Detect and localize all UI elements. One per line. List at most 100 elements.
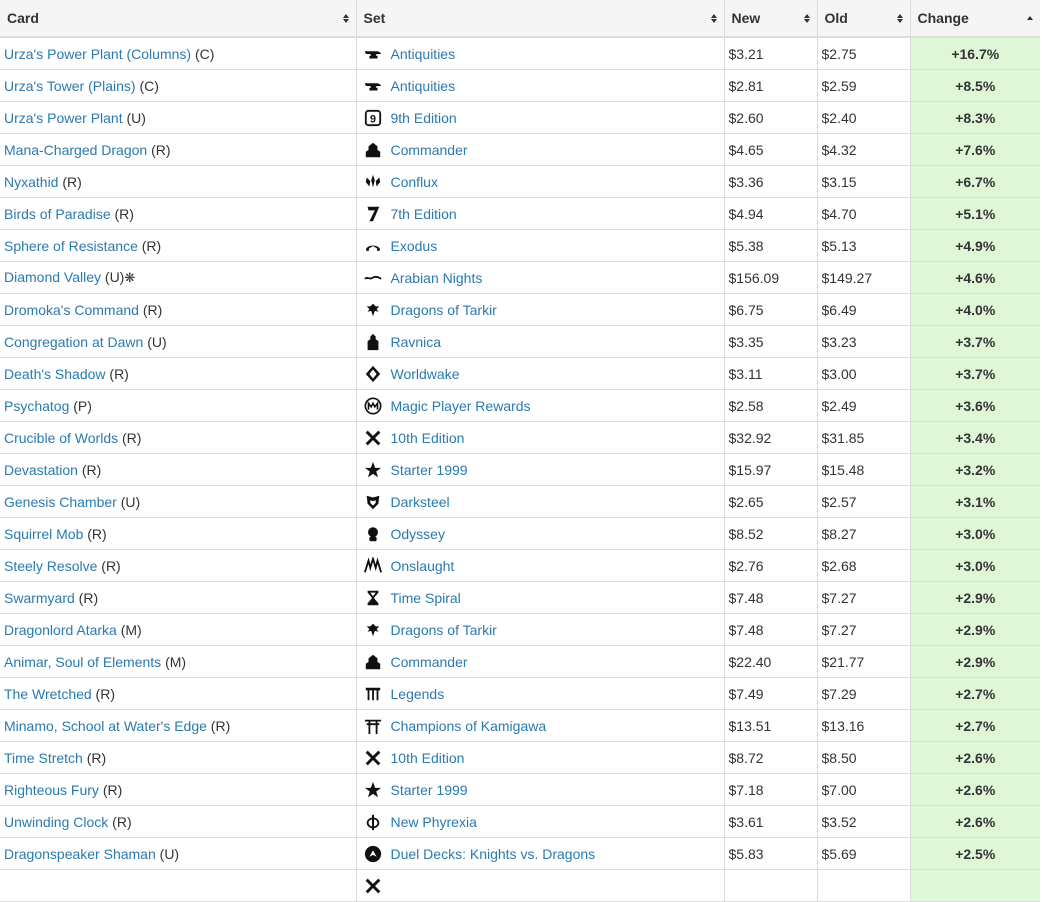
column-header-change[interactable]: Change	[910, 0, 1040, 38]
set-link[interactable]: Starter 1999	[391, 462, 468, 478]
set-link[interactable]: Exodus	[391, 238, 438, 254]
card-link[interactable]: Swarmyard	[4, 590, 75, 606]
set-link[interactable]: Commander	[391, 142, 468, 158]
table-row: Dragonspeaker Shaman (U) Duel Decks: Kni…	[0, 837, 1040, 870]
card-link[interactable]: Squirrel Mob	[4, 526, 83, 542]
set-link[interactable]: Darksteel	[391, 494, 450, 510]
card-link[interactable]: Devastation	[4, 462, 78, 478]
set-link[interactable]: Dragons of Tarkir	[391, 302, 497, 318]
column-header-card[interactable]: Card	[0, 0, 357, 38]
table-row: Psychatog (P) Magic Player Rewards $2.58…	[0, 389, 1040, 422]
set-link[interactable]: Odyssey	[391, 526, 445, 542]
card-cell: Mana-Charged Dragon (R)	[0, 133, 357, 166]
card-cell: Diamond Valley (U)❋	[0, 261, 357, 294]
card-rarity: (R)	[91, 685, 115, 702]
card-link[interactable]: Urza's Tower (Plains)	[4, 78, 136, 94]
old-price-cell: $2.57	[817, 485, 911, 518]
new-price-cell: $15.97	[724, 453, 818, 486]
old-price-cell: $3.52	[817, 805, 911, 838]
set-link[interactable]: Magic Player Rewards	[391, 398, 531, 414]
set-link[interactable]: Champions of Kamigawa	[391, 718, 547, 734]
card-link[interactable]: The Wretched	[4, 686, 92, 702]
set-link[interactable]: Dragons of Tarkir	[391, 622, 497, 638]
set-link[interactable]: 7th Edition	[391, 206, 457, 222]
set-link[interactable]: 9th Edition	[391, 110, 457, 126]
new-price-cell: $2.65	[724, 485, 818, 518]
old-price-cell: $13.16	[817, 709, 911, 742]
set-cell: Conflux	[356, 165, 725, 198]
new-price-cell: $4.65	[724, 133, 818, 166]
table-body: Urza's Power Plant (Columns) (C) Antiqui…	[0, 37, 1040, 902]
set-cell: Time Spiral	[356, 581, 725, 614]
card-link[interactable]: Dragonlord Atarka	[4, 622, 117, 638]
card-link[interactable]: Sphere of Resistance	[4, 238, 138, 254]
card-link[interactable]: Urza's Power Plant (Columns)	[4, 46, 191, 62]
card-link[interactable]: Urza's Power Plant	[4, 110, 123, 126]
card-link[interactable]: Dromoka's Command	[4, 302, 139, 318]
new-price-cell: $32.92	[724, 421, 818, 454]
sort-both-icon	[342, 13, 349, 23]
player-rewards-icon	[363, 397, 383, 415]
old-price-cell: $15.48	[817, 453, 911, 486]
card-link[interactable]: Diamond Valley	[4, 269, 101, 285]
card-link[interactable]: Genesis Chamber	[4, 494, 117, 510]
phyrexia-icon	[363, 813, 383, 831]
set-link[interactable]: Worldwake	[391, 366, 460, 382]
column-header-old[interactable]: Old	[817, 0, 911, 38]
set-link[interactable]: Legends	[391, 686, 445, 702]
set-link[interactable]: Duel Decks: Knights vs. Dragons	[391, 846, 596, 862]
set-link[interactable]: Commander	[391, 654, 468, 670]
card-rarity: (U)	[155, 845, 180, 862]
old-price-cell	[817, 869, 911, 902]
card-link[interactable]: Unwinding Clock	[4, 814, 108, 830]
old-price-cell: $2.75	[817, 37, 911, 70]
card-link[interactable]: Minamo, School at Water's Edge	[4, 718, 207, 734]
old-price-cell: $5.69	[817, 837, 911, 870]
card-link[interactable]: Mana-Charged Dragon	[4, 142, 147, 158]
card-link[interactable]: Crucible of Worlds	[4, 430, 118, 446]
set-link[interactable]: Antiquities	[391, 78, 456, 94]
change-cell: +3.6%	[910, 389, 1040, 422]
set-link[interactable]: 10th Edition	[391, 750, 465, 766]
card-cell: Animar, Soul of Elements (M)	[0, 645, 357, 678]
new-price-cell: $7.48	[724, 581, 818, 614]
odyssey-icon	[363, 525, 383, 543]
card-link[interactable]: Dragonspeaker Shaman	[4, 846, 156, 862]
new-price-cell: $2.81	[724, 69, 818, 102]
card-cell: Swarmyard (R)	[0, 581, 357, 614]
set-link[interactable]: New Phyrexia	[391, 814, 477, 830]
card-link[interactable]: Time Stretch	[4, 750, 83, 766]
set-link[interactable]: Antiquities	[391, 46, 456, 62]
card-cell: Minamo, School at Water's Edge (R)	[0, 709, 357, 742]
column-header-new[interactable]: New	[724, 0, 818, 38]
set-link[interactable]: Onslaught	[391, 558, 455, 574]
card-cell: Genesis Chamber (U)	[0, 485, 357, 518]
card-link[interactable]: Nyxathid	[4, 174, 58, 190]
set-link[interactable]: Arabian Nights	[391, 270, 483, 286]
set-link[interactable]: Starter 1999	[391, 782, 468, 798]
set-link[interactable]: 10th Edition	[391, 430, 465, 446]
old-price-cell: $2.40	[817, 101, 911, 134]
card-link[interactable]: Congregation at Dawn	[4, 334, 143, 350]
card-rarity: (R)	[82, 749, 107, 766]
card-link[interactable]: Death's Shadow	[4, 366, 106, 382]
column-header-set[interactable]: Set	[356, 0, 725, 38]
old-price-cell: $3.23	[817, 325, 911, 358]
set-link[interactable]: Conflux	[391, 174, 438, 190]
card-link[interactable]: Steely Resolve	[4, 558, 97, 574]
card-link[interactable]: Animar, Soul of Elements	[4, 654, 161, 670]
set-link[interactable]: Time Spiral	[391, 590, 461, 606]
card-link[interactable]: Birds of Paradise	[4, 206, 111, 222]
set-link[interactable]: Ravnica	[391, 334, 442, 350]
change-cell: +2.6%	[910, 773, 1040, 806]
new-price-cell: $2.76	[724, 549, 818, 582]
set-cell: Darksteel	[356, 485, 725, 518]
card-link[interactable]: Psychatog	[4, 398, 69, 414]
ravnica-icon	[363, 333, 383, 351]
card-link[interactable]: Righteous Fury	[4, 782, 99, 798]
torii-icon	[363, 717, 383, 735]
set-cell: Commander	[356, 133, 725, 166]
change-cell: +4.0%	[910, 293, 1040, 326]
new-price-cell: $3.61	[724, 805, 818, 838]
card-cell: Dragonspeaker Shaman (U)	[0, 837, 357, 870]
